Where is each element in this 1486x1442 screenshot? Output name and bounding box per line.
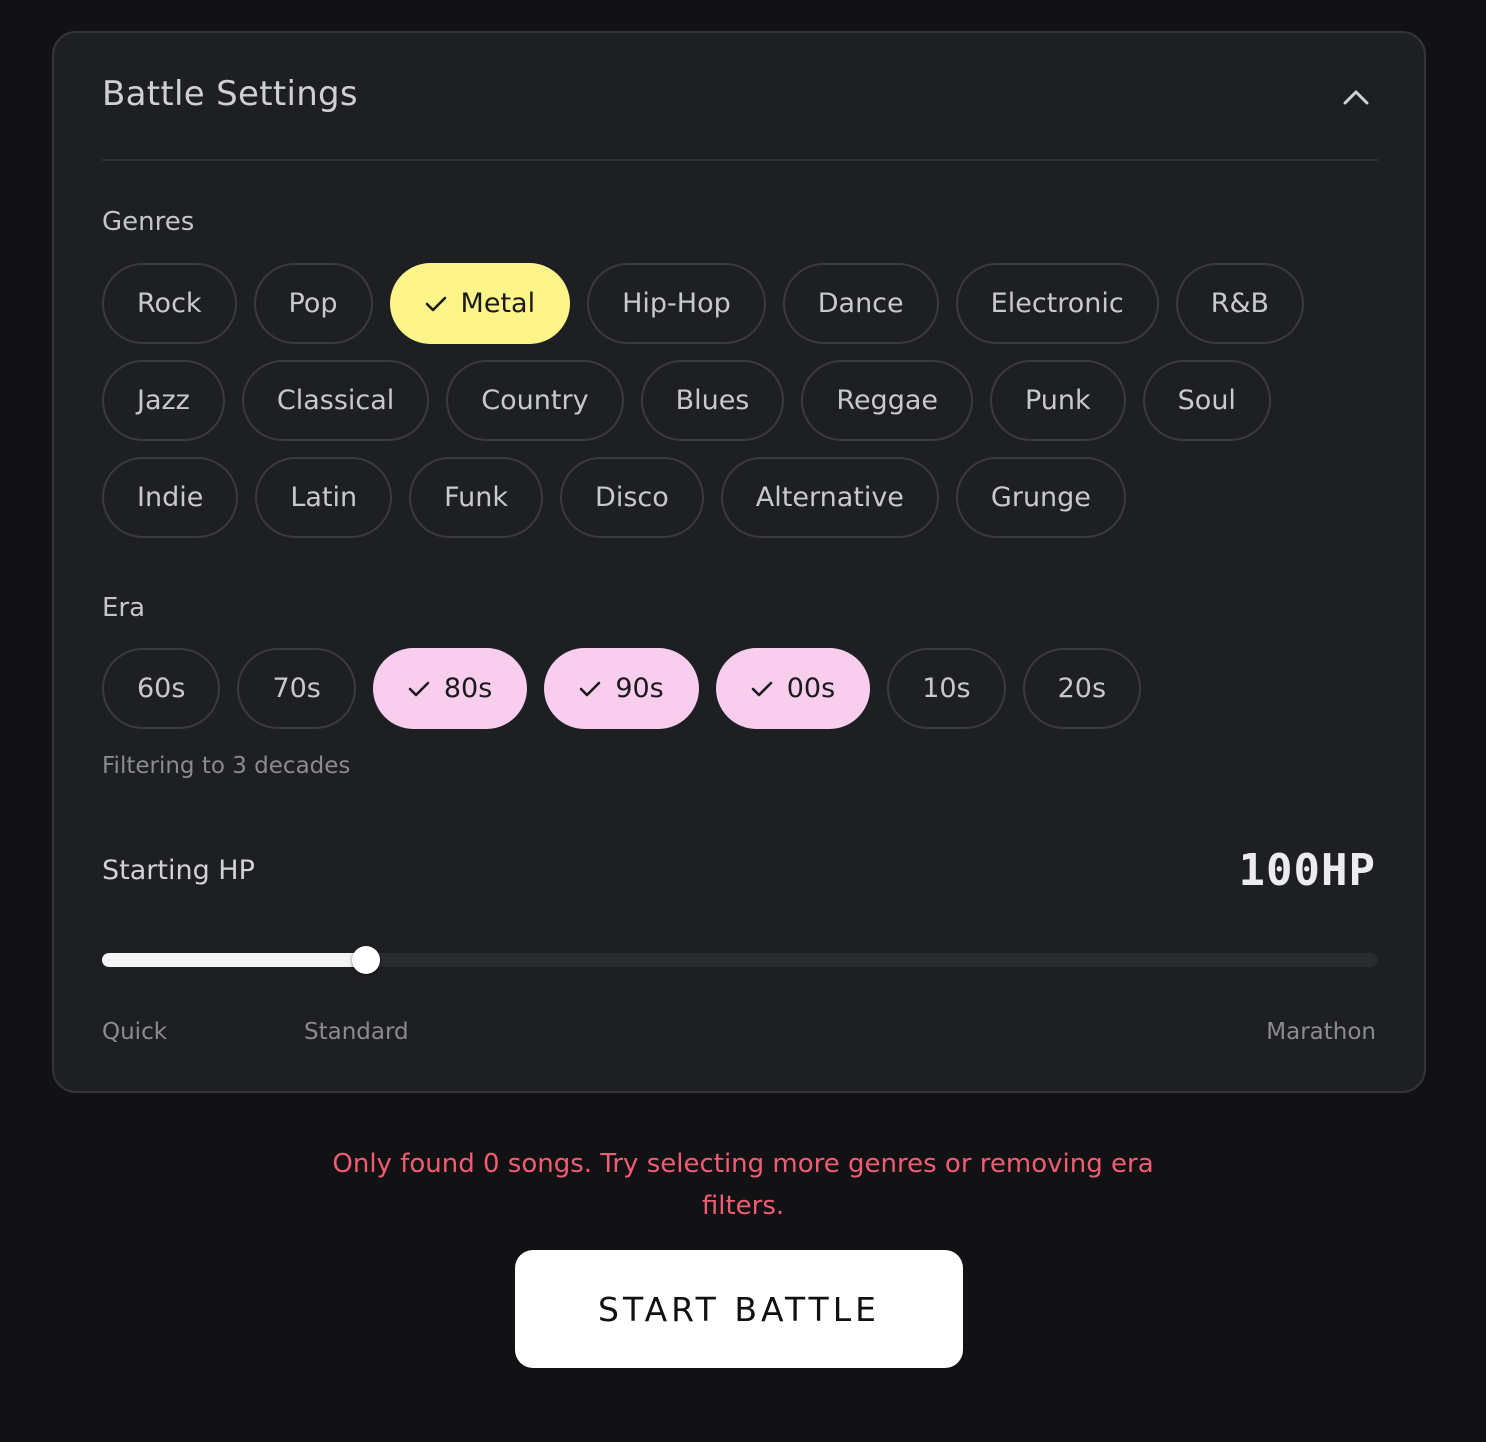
genre-chip-grunge[interactable]: Grunge [955, 457, 1126, 538]
genre-chip-punk[interactable]: Punk [989, 360, 1126, 441]
chip-label: 00s [786, 673, 836, 704]
era-chip-20s[interactable]: 20s [1022, 648, 1142, 729]
chip-label: 60s [137, 673, 186, 704]
era-label: Era [102, 593, 146, 623]
chip-label: Latin [290, 482, 358, 513]
chip-label: R&B [1210, 288, 1270, 319]
genre-chip-disco[interactable]: Disco [560, 457, 704, 538]
era-chip-90s[interactable]: 90s [544, 648, 699, 729]
genre-chip-funk[interactable]: Funk [409, 457, 544, 538]
starting-hp-label: Starting HP [102, 855, 255, 886]
hp-slider[interactable] [102, 946, 1378, 974]
genre-chip-reggae[interactable]: Reggae [801, 360, 973, 441]
collapse-button[interactable] [1334, 77, 1378, 121]
hp-value: 100HP [1238, 845, 1376, 896]
chip-label: 20s [1057, 673, 1107, 704]
genre-chip-pop[interactable]: Pop [253, 263, 373, 344]
chip-label: Country [481, 385, 589, 416]
chip-label: Metal [460, 288, 536, 319]
chip-label: 10s [922, 673, 971, 704]
chip-label: Indie [137, 482, 204, 513]
genre-chip-country[interactable]: Country [446, 360, 624, 441]
genre-chip-metal[interactable]: Metal [389, 263, 571, 344]
chip-label: 90s [615, 673, 664, 704]
chip-label: Dance [817, 288, 904, 319]
genre-chip-indie[interactable]: Indie [102, 457, 239, 538]
checkmark-icon [579, 680, 601, 698]
genre-chip-randb[interactable]: R&B [1175, 263, 1305, 344]
panel-title: Battle Settings [102, 74, 358, 114]
chip-label: Reggae [836, 385, 938, 416]
chip-label: Classical [276, 385, 395, 416]
genre-chip-alternative[interactable]: Alternative [720, 457, 939, 538]
slider-tick-standard: Standard [304, 1019, 409, 1045]
genre-chip-dance[interactable]: Dance [782, 263, 939, 344]
era-chip-70s[interactable]: 70s [237, 648, 356, 729]
slider-thumb[interactable] [352, 946, 381, 974]
start-battle-button[interactable]: START BATTLE [515, 1250, 963, 1368]
genre-chip-hip-hop[interactable]: Hip-Hop [587, 263, 766, 344]
genre-row: Indie Latin Funk Disco Alternative Grunge [102, 457, 1126, 538]
genre-chip-soul[interactable]: Soul [1142, 360, 1271, 441]
slider-tick-marathon: Marathon [1266, 1019, 1376, 1045]
chip-label: Grunge [990, 482, 1091, 513]
chip-label: 80s [443, 673, 493, 704]
checkmark-icon [408, 680, 430, 698]
chip-label: Rock [137, 288, 202, 319]
panel-header: Battle Settings [102, 33, 1378, 161]
era-chip-10s[interactable]: 10s [887, 648, 1006, 729]
genre-row: Jazz Classical Country Blues Reggae Punk Soul [102, 360, 1271, 441]
checkmark-icon [425, 295, 447, 313]
chip-label: Hip-Hop [622, 288, 731, 319]
genre-row: Rock Pop Metal Hip-Hop Dance Electronic R&B [102, 263, 1305, 344]
genre-chip-classical[interactable]: Classical [241, 360, 430, 441]
era-filter-hint: Filtering to 3 decades [102, 753, 351, 779]
era-chip-80s[interactable]: 80s [372, 648, 528, 729]
genre-chip-rock[interactable]: Rock [102, 263, 237, 344]
chip-label: Blues [675, 385, 750, 416]
battle-settings-panel: Battle Settings Genres Rock Pop Metal Hip-H… [52, 31, 1426, 1093]
genre-chip-blues[interactable]: Blues [640, 360, 785, 441]
genre-chip-electronic[interactable]: Electronic [955, 263, 1159, 344]
slider-tick-quick: Quick [102, 1019, 168, 1045]
chip-label: 70s [272, 673, 321, 704]
error-message: Only found 0 songs. Try selecting more g… [332, 1149, 1154, 1221]
chip-label: Jazz [137, 385, 190, 416]
chip-label: Disco [595, 482, 669, 513]
era-row: 60s 70s 80s 90s 00s 10s 20s [102, 648, 1142, 729]
genre-chip-jazz[interactable]: Jazz [102, 360, 225, 441]
chip-label: Punk [1024, 385, 1091, 416]
chip-label: Alternative [755, 482, 904, 513]
era-chip-00s[interactable]: 00s [715, 648, 871, 729]
checkmark-icon [751, 680, 773, 698]
slider-fill [102, 953, 367, 967]
era-chip-60s[interactable]: 60s [102, 648, 221, 729]
chip-label: Electronic [990, 288, 1124, 319]
genre-chip-latin[interactable]: Latin [255, 457, 393, 538]
chip-label: Soul [1177, 385, 1236, 416]
chip-label: Pop [288, 288, 338, 319]
genres-label: Genres [102, 207, 195, 237]
chevron-up-icon [1343, 89, 1369, 109]
chip-label: Funk [444, 482, 509, 513]
